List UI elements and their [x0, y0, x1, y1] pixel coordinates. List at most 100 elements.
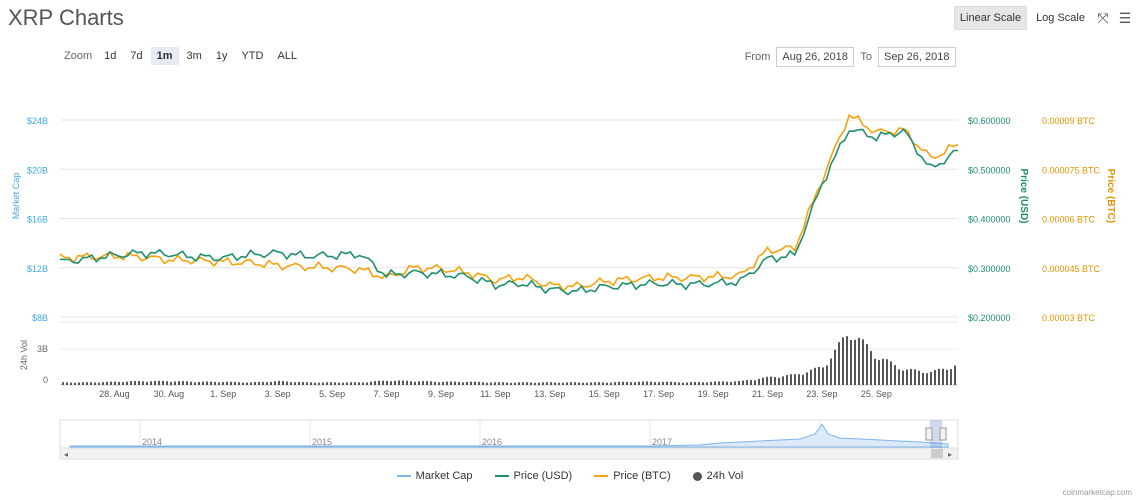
volume-bar [130, 381, 132, 385]
volume-bar [898, 369, 900, 385]
volume-bar [402, 380, 404, 385]
market-cap-tick: $8B [32, 313, 48, 323]
volume-bar [398, 380, 400, 385]
volume-bar [630, 382, 632, 385]
volume-bar [890, 361, 892, 385]
volume-bar [386, 380, 388, 385]
volume-bar [218, 382, 220, 385]
volume-bar [214, 381, 216, 385]
volume-bar [466, 381, 468, 385]
volume-bar [558, 382, 560, 385]
volume-bar [366, 382, 368, 385]
volume-bar [266, 382, 268, 385]
volume-bar [930, 371, 932, 385]
volume-bar [554, 382, 556, 385]
volume-bar [326, 382, 328, 385]
legend-label: 24h Vol [706, 470, 744, 482]
legend-price-usd[interactable]: Price (USD) [494, 470, 572, 482]
volume-bar [286, 381, 288, 385]
legend-price-btc[interactable]: Price (BTC) [594, 470, 671, 482]
volume-bar [530, 382, 532, 385]
volume-bar [486, 382, 488, 385]
volume-bar [534, 382, 536, 385]
volume-bar [190, 381, 192, 385]
volume-bar [342, 382, 344, 385]
volume-bar [566, 382, 568, 385]
volume-bar [198, 382, 200, 385]
volume-bar [358, 382, 360, 385]
volume-bar [230, 381, 232, 385]
volume-bar [418, 381, 420, 385]
volume-bar [818, 367, 820, 385]
volume-bar [314, 382, 316, 385]
price-usd-tick: $0.500000 [968, 165, 1011, 175]
volume-bar [114, 381, 116, 385]
x-tick-label: 28. Aug [99, 389, 130, 399]
volume-bar [910, 368, 912, 385]
volume-bar [550, 382, 552, 385]
volume-bar [462, 382, 464, 385]
volume-bar [74, 382, 76, 385]
volume-bar [146, 381, 148, 385]
volume-bar [786, 375, 788, 385]
volume-bar [702, 382, 704, 385]
volume-bar [758, 378, 760, 385]
volume-bar [106, 381, 108, 385]
price-usd-tick: $0.400000 [968, 215, 1011, 225]
volume-bar [490, 382, 492, 385]
volume-bar [406, 380, 408, 385]
volume-bar [510, 382, 512, 385]
volume-bar [646, 381, 648, 385]
volume-bar [178, 381, 180, 385]
x-tick-label: 21. Sep [752, 389, 783, 399]
volume-bar [70, 382, 72, 385]
volume-bar [842, 337, 844, 385]
navigator: 20142015201620172018◂▸ [59, 419, 959, 460]
volume-bar [222, 382, 224, 385]
volume-bar [666, 381, 668, 385]
scrollbar-thumb [931, 449, 943, 458]
volume-bar [370, 381, 372, 385]
volume-bar [586, 382, 588, 385]
volume-bar [662, 381, 664, 385]
legend-swatch [494, 475, 509, 477]
volume-bar [110, 381, 112, 385]
legend-market-cap[interactable]: Market Cap [396, 470, 473, 482]
volume-bar [238, 382, 240, 385]
price-btc-tick: 0.00006 BTC [1042, 215, 1096, 225]
volume-bar [582, 382, 584, 385]
volume-bar [290, 382, 292, 385]
price-usd-line [59, 128, 959, 296]
market-cap-tick: $20B [27, 165, 48, 175]
volume-bar [606, 382, 608, 385]
x-tick-label: 23. Sep [806, 389, 837, 399]
volume-bar [894, 365, 896, 385]
volume-bar [614, 382, 616, 385]
volume-bar [638, 381, 640, 385]
volume-bar [658, 382, 660, 385]
volume-bar [782, 376, 784, 385]
volume-bar [226, 381, 228, 385]
volume-bar [826, 365, 828, 385]
volume-bar [182, 381, 184, 385]
volume-bar [790, 374, 792, 385]
volume-bar [902, 370, 904, 385]
volume-bar [306, 382, 308, 385]
volume-bar [458, 381, 460, 385]
volume-bar [470, 381, 472, 385]
volume-bar [794, 374, 796, 385]
volume-bar [350, 382, 352, 385]
volume-bar [654, 382, 656, 385]
volume-bar [126, 381, 128, 385]
volume-bar [450, 381, 452, 385]
volume-bar [698, 382, 700, 385]
price-btc-tick: 0.000075 BTC [1042, 165, 1101, 175]
volume-bar [414, 381, 416, 385]
volume-bar [650, 381, 652, 385]
volume-bar [618, 381, 620, 385]
x-tick-label: 25. Sep [861, 389, 892, 399]
volume-bar [334, 382, 336, 385]
legend-volume[interactable]: 24h Vol [692, 470, 744, 482]
volume-bar [506, 382, 508, 385]
volume-bar [186, 381, 188, 385]
